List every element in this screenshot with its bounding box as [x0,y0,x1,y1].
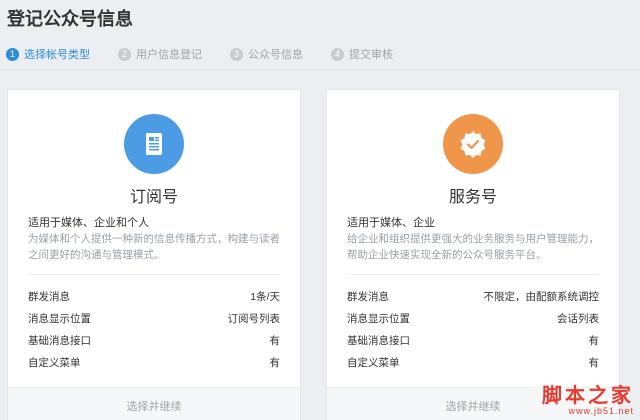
feature-row: 基础消息接口 有 [28,333,280,355]
steps-divider [0,69,640,70]
subscription-account-card[interactable]: 订阅号 适用于媒体、企业和个人 为媒体和个人提供一种新的信息传播方式，构建与读者… [7,89,301,420]
feature-value: 1条/天 [250,291,280,303]
card-description: 给企业和组织提供更强大的业务服务与用户管理能力，帮助企业快速实现全新的公众号服务… [347,233,599,261]
feature-list: 群发消息 不限定，由配额系统调控 消息显示位置 会话列表 基础消息接口 有 自定… [347,289,599,377]
badge-check-icon [443,114,503,174]
feature-row: 群发消息 不限定，由配额系统调控 [347,289,599,311]
feature-value: 有 [269,357,281,369]
step-1: 1 选择帐号类型 [6,46,90,62]
feature-value: 有 [588,357,600,369]
step-3: 3 公众号信息 [230,46,303,62]
feature-label: 基础消息接口 [347,335,410,347]
select-and-continue-button[interactable]: 选择并继续 [8,387,300,420]
step-indicator: 1 选择帐号类型 2 用户信息登记 3 公众号信息 4 提交审核 [6,46,421,62]
step-4: 4 提交审核 [331,46,393,62]
step-3-number: 3 [230,47,243,61]
feature-row: 基础消息接口 有 [347,333,599,355]
step-4-label: 提交审核 [349,49,393,61]
feature-label: 自定义菜单 [28,357,81,369]
card-description: 为媒体和个人提供一种新的信息传播方式，构建与读者之间更好的沟通与管理模式。 [28,233,280,261]
feature-label: 基础消息接口 [28,335,91,347]
card-title: 订阅号 [129,189,178,206]
feature-label: 群发消息 [28,291,70,303]
card-divider [28,274,280,275]
feature-label: 自定义菜单 [347,357,400,369]
card-title: 服务号 [448,189,497,206]
feature-row: 消息显示位置 会话列表 [347,311,599,333]
watermark-logo: 脚本之家 www.jb51.net [494,384,634,416]
step-1-label: 选择帐号类型 [24,49,90,61]
feature-value: 有 [588,335,600,347]
feature-list: 群发消息 1条/天 消息显示位置 订阅号列表 基础消息接口 有 自定义菜单 有 [28,289,280,377]
feature-row: 自定义菜单 有 [28,355,280,377]
feature-label: 消息显示位置 [28,313,91,325]
watermark-text: 脚本之家 [542,383,634,407]
feature-row: 自定义菜单 有 [347,355,599,377]
card-subtitle: 适用于媒体、企业 [347,217,435,229]
document-icon [124,114,184,174]
step-2: 2 用户信息登记 [118,46,202,62]
page-title: 登记公众号信息 [7,9,133,29]
watermark-url: www.jb51.net [568,406,634,416]
step-2-number: 2 [118,47,131,61]
feature-label: 消息显示位置 [347,313,410,325]
feature-value: 有 [269,335,281,347]
card-subtitle: 适用于媒体、企业和个人 [28,217,149,229]
card-divider [347,274,599,275]
feature-row: 消息显示位置 订阅号列表 [28,311,280,333]
feature-value: 会话列表 [557,313,599,325]
feature-value: 订阅号列表 [227,313,281,325]
step-3-label: 公众号信息 [248,49,303,61]
step-1-number: 1 [6,47,19,61]
feature-value: 不限定，由配额系统调控 [483,291,600,303]
step-4-number: 4 [331,47,344,61]
step-2-label: 用户信息登记 [136,49,202,61]
feature-row: 群发消息 1条/天 [28,289,280,311]
feature-label: 群发消息 [347,291,389,303]
service-account-card[interactable]: 服务号 适用于媒体、企业 给企业和组织提供更强大的业务服务与用户管理能力，帮助企… [326,89,620,420]
